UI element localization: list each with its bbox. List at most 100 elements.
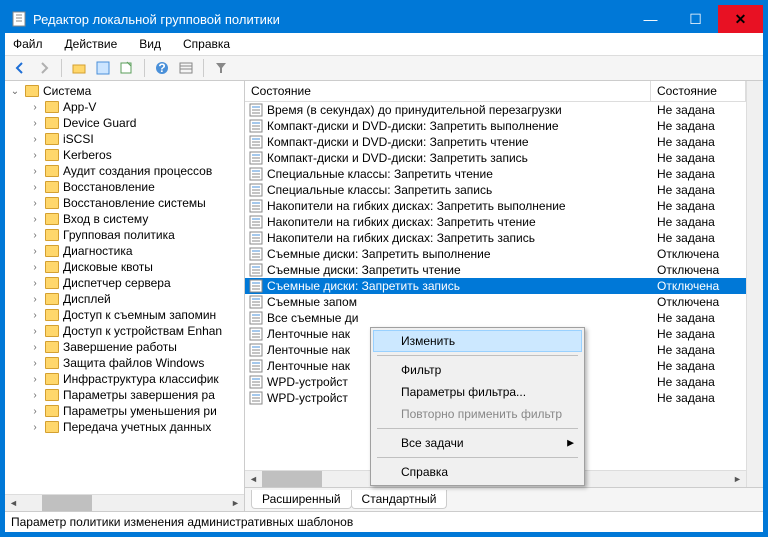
menu-file[interactable]: Файл — [9, 35, 47, 53]
policy-row[interactable]: Накопители на гибких дисках: Запретить з… — [245, 230, 746, 246]
tree-item[interactable]: ›iSCSI — [5, 131, 244, 147]
tree-body[interactable]: ⌄ Система ›App-V›Device Guard›iSCSI›Kerb… — [5, 81, 244, 494]
expand-icon[interactable]: › — [29, 214, 41, 225]
policy-row[interactable]: Съемные запомОтключена — [245, 294, 746, 310]
scroll-right-icon[interactable]: ► — [729, 471, 746, 488]
folder-up-icon[interactable] — [70, 59, 88, 77]
scroll-right-icon[interactable]: ► — [227, 495, 244, 512]
forward-icon[interactable] — [35, 59, 53, 77]
tree-root[interactable]: ⌄ Система — [5, 83, 244, 99]
ctx-edit[interactable]: Изменить — [373, 330, 582, 352]
list-icon[interactable] — [177, 59, 195, 77]
expand-icon[interactable]: › — [29, 102, 41, 113]
policy-row[interactable]: Компакт-диски и DVD-диски: Запретить чте… — [245, 134, 746, 150]
expand-icon[interactable]: › — [29, 390, 41, 401]
tree-item[interactable]: ›Дисплей — [5, 291, 244, 307]
tree-item[interactable]: ›Инфраструктура классифик — [5, 371, 244, 387]
scroll-left-icon[interactable]: ◄ — [245, 471, 262, 488]
tree-item[interactable]: ›Защита файлов Windows — [5, 355, 244, 371]
tree-item[interactable]: › Групповая политика — [5, 227, 244, 243]
tree-item[interactable]: ›Kerberos — [5, 147, 244, 163]
policy-row[interactable]: Компакт-диски и DVD-диски: Запретить вып… — [245, 118, 746, 134]
column-name[interactable]: Состояние — [245, 81, 651, 101]
help-icon[interactable]: ? — [153, 59, 171, 77]
export-icon[interactable] — [118, 59, 136, 77]
expand-icon[interactable]: › — [29, 326, 41, 337]
close-button[interactable]: ✕ — [718, 5, 763, 33]
tree-item[interactable]: ›Вход в систему — [5, 211, 244, 227]
tree-item[interactable]: ›Диспетчер сервера — [5, 275, 244, 291]
expand-icon[interactable]: › — [29, 150, 41, 161]
tab-extended[interactable]: Расширенный — [251, 490, 352, 509]
policy-state: Не задана — [651, 215, 746, 229]
policy-row[interactable]: Съемные диски: Запретить записьОтключена — [245, 278, 746, 294]
ctx-all-tasks[interactable]: Все задачи▶ — [373, 432, 582, 454]
policy-row[interactable]: Время (в секундах) до принудительной пер… — [245, 102, 746, 118]
expand-icon[interactable]: › — [29, 166, 41, 177]
tree-item[interactable]: ›Device Guard — [5, 115, 244, 131]
policy-row[interactable]: Компакт-диски и DVD-диски: Запретить зап… — [245, 150, 746, 166]
menu-view[interactable]: Вид — [135, 35, 165, 53]
policy-row[interactable]: Накопители на гибких дисках: Запретить ч… — [245, 214, 746, 230]
tree-item[interactable]: ›Диагностика — [5, 243, 244, 259]
expand-icon[interactable]: › — [29, 118, 41, 129]
tree-item[interactable]: ›Аудит создания процессов — [5, 163, 244, 179]
expand-icon[interactable]: › — [29, 294, 41, 305]
expand-icon[interactable]: › — [29, 310, 41, 321]
folder-icon — [45, 389, 59, 401]
tab-standard[interactable]: Стандартный — [351, 490, 448, 509]
expand-icon[interactable]: › — [29, 374, 41, 385]
expand-icon[interactable]: › — [29, 342, 41, 353]
policy-row[interactable]: Накопители на гибких дисках: Запретить в… — [245, 198, 746, 214]
policy-row[interactable]: Съемные диски: Запретить чтениеОтключена — [245, 262, 746, 278]
menu-help[interactable]: Справка — [179, 35, 234, 53]
menu-action[interactable]: Действие — [61, 35, 122, 53]
expand-icon[interactable]: › — [29, 230, 41, 241]
policy-state: Не задана — [651, 327, 746, 341]
column-state[interactable]: Состояние — [651, 81, 746, 101]
tree-item[interactable]: ›Завершение работы — [5, 339, 244, 355]
folder-icon — [45, 405, 59, 417]
expand-icon[interactable]: › — [29, 246, 41, 257]
policy-row[interactable]: Специальные классы: Запретить чтениеНе з… — [245, 166, 746, 182]
ctx-filter[interactable]: Фильтр — [373, 359, 582, 381]
tree-item[interactable]: ›Параметры завершения ра — [5, 387, 244, 403]
expand-icon[interactable]: › — [29, 406, 41, 417]
expand-icon[interactable]: › — [29, 278, 41, 289]
expand-icon[interactable]: › — [29, 262, 41, 273]
expand-icon[interactable]: › — [29, 198, 41, 209]
tree-item[interactable]: ›App-V — [5, 99, 244, 115]
list-vscrollbar[interactable] — [746, 81, 763, 487]
scroll-thumb[interactable] — [262, 471, 322, 487]
tree-item[interactable]: ›Восстановление — [5, 179, 244, 195]
policy-icon — [249, 263, 263, 277]
tree-item[interactable]: ›Доступ к съемным запомин — [5, 307, 244, 323]
tree-item[interactable]: ›Передача учетных данных — [5, 419, 244, 435]
properties-icon[interactable] — [94, 59, 112, 77]
expand-icon[interactable]: ⌄ — [9, 86, 21, 97]
scroll-thumb[interactable] — [42, 495, 92, 511]
tree-item[interactable]: ›Параметры уменьшения ри — [5, 403, 244, 419]
tree-hscrollbar[interactable]: ◄ ► — [5, 494, 244, 511]
folder-icon — [45, 373, 59, 385]
ctx-help[interactable]: Справка — [373, 461, 582, 483]
tree-label: Групповая политика — [63, 228, 175, 242]
tree-item[interactable]: ›Дисковые квоты — [5, 259, 244, 275]
expand-icon[interactable]: › — [29, 134, 41, 145]
tree-item[interactable]: ›Доступ к устройствам Enhan — [5, 323, 244, 339]
scroll-left-icon[interactable]: ◄ — [5, 495, 22, 512]
expand-icon[interactable]: › — [29, 422, 41, 433]
policy-row[interactable]: Специальные классы: Запретить записьНе з… — [245, 182, 746, 198]
maximize-button[interactable]: ☐ — [673, 5, 718, 33]
expand-icon[interactable]: › — [29, 182, 41, 193]
ctx-filter-params[interactable]: Параметры фильтра... — [373, 381, 582, 403]
policy-row[interactable]: Съемные диски: Запретить выполнениеОтклю… — [245, 246, 746, 262]
policy-row[interactable]: Все съемные диНе задана — [245, 310, 746, 326]
folder-icon — [45, 213, 59, 225]
back-icon[interactable] — [11, 59, 29, 77]
minimize-button[interactable]: — — [628, 5, 673, 33]
folder-icon — [45, 149, 59, 161]
expand-icon[interactable]: › — [29, 358, 41, 369]
tree-item[interactable]: ›Восстановление системы — [5, 195, 244, 211]
filter-icon[interactable] — [212, 59, 230, 77]
